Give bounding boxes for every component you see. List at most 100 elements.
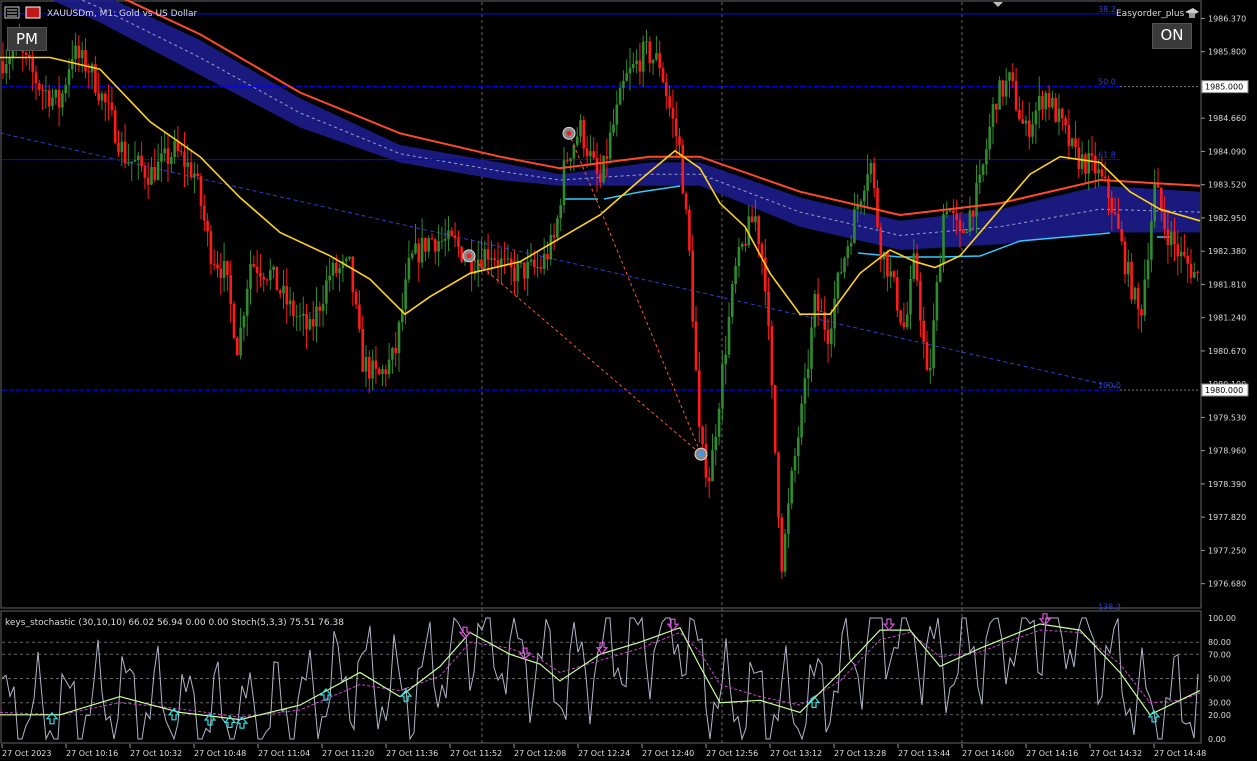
time-tick-label: 27 Oct 11:52 <box>450 749 502 758</box>
candle-body <box>707 477 711 482</box>
candle-body <box>658 53 661 69</box>
candle-body <box>635 60 638 65</box>
candle-body <box>645 41 648 43</box>
time-tick-label: 27 Oct 12:40 <box>642 749 694 758</box>
price-tick-label: 1982.950 <box>1208 214 1246 223</box>
candle-body <box>288 300 292 305</box>
price-tick-label: 1978.390 <box>1208 480 1246 489</box>
candle-body <box>377 368 381 375</box>
candle-body <box>123 141 127 164</box>
candle-body <box>368 357 371 379</box>
candle-body <box>843 258 846 273</box>
candle-body <box>1047 93 1051 108</box>
candle-body <box>166 148 170 164</box>
candle-body <box>143 166 147 178</box>
candle-body <box>328 275 331 281</box>
fibo-level-label: 61.8 <box>1098 151 1116 160</box>
candle-body <box>100 93 104 101</box>
candle-body <box>427 238 430 252</box>
candle-body <box>1110 197 1114 213</box>
candle-body <box>1133 288 1137 300</box>
sell-signal-icon <box>562 126 576 140</box>
candle-body <box>1150 221 1153 260</box>
candle-body <box>1064 118 1067 125</box>
candle-body <box>579 120 582 137</box>
candle-body <box>47 90 51 107</box>
candle-body <box>830 328 833 344</box>
candle-body <box>1146 259 1150 280</box>
candle-body <box>1054 97 1057 122</box>
candle-body <box>272 266 275 271</box>
candle-body <box>945 211 949 215</box>
candle-body <box>321 303 325 311</box>
candle-body <box>513 267 516 282</box>
candle-body <box>638 60 642 72</box>
candle-body <box>595 157 599 174</box>
price-tick-label: 1977.250 <box>1208 546 1246 555</box>
symbol-title: XAUUSDm, M1: Gold vs US Dollar <box>47 9 198 19</box>
candle-body <box>209 231 213 264</box>
candle-body <box>836 272 840 299</box>
candle-body <box>632 64 635 69</box>
candle-body <box>566 160 569 162</box>
trading-chart-window[interactable]: 38.2 50.0 61.8 100.0 138.2 1986.370 1985.800 1… <box>0 0 1257 761</box>
candle-body <box>731 284 734 317</box>
candle-body <box>87 71 91 73</box>
candle-body <box>965 231 968 233</box>
candle-body <box>552 234 556 238</box>
candle-body <box>387 359 391 375</box>
candle-body <box>239 327 242 356</box>
candle-body <box>826 329 830 344</box>
candle-body <box>430 238 434 240</box>
indicator-label: keys_stochastic (30,10,10) 66.02 56.94 0… <box>5 618 344 628</box>
price-tick-label: 1981.240 <box>1208 314 1246 323</box>
candle-body <box>305 313 308 330</box>
candle-body <box>249 263 252 289</box>
candle-body <box>641 41 645 72</box>
candle-body <box>361 328 364 372</box>
candle-body <box>437 241 440 252</box>
indicator-tick-label: 0.00 <box>1208 735 1226 744</box>
candle-body <box>909 278 912 315</box>
candle-body <box>820 310 823 312</box>
time-tick-label: 27 Oct 14:00 <box>962 749 1014 758</box>
candle-body <box>962 229 965 233</box>
candle-body <box>559 205 562 219</box>
time-tick-label: 27 Oct 11:20 <box>322 749 374 758</box>
candle-body <box>1021 119 1024 124</box>
candle-body <box>71 58 74 70</box>
candle-body <box>394 347 397 354</box>
candle-body <box>500 258 503 266</box>
candle-body <box>958 219 962 230</box>
candle-body <box>1143 279 1147 316</box>
candle-body <box>806 368 810 379</box>
candle-body <box>744 243 747 246</box>
candle-body <box>813 293 817 328</box>
time-tick-label: 27 Oct 12:08 <box>514 749 566 758</box>
candle-body <box>8 57 11 65</box>
candle-body <box>1123 241 1127 275</box>
candle-body <box>61 93 64 108</box>
candle-body <box>381 369 384 375</box>
candle-body <box>493 258 496 261</box>
candle-body <box>542 253 546 269</box>
candle-body <box>315 306 318 327</box>
pm-button[interactable]: PM <box>7 27 47 51</box>
candle-body <box>38 83 41 90</box>
candle-body <box>1084 154 1087 174</box>
candle-body <box>1196 271 1199 273</box>
candle-body <box>226 261 229 276</box>
candle-body <box>84 50 87 72</box>
candle-body <box>863 190 866 202</box>
candle-body <box>107 102 110 104</box>
candle-body <box>549 234 553 260</box>
candle-body <box>1028 120 1031 137</box>
candle-body <box>424 237 427 252</box>
expert-name: Easyorder_plus <box>1116 9 1185 19</box>
candle-body <box>245 288 249 316</box>
candle-body <box>242 315 246 328</box>
candle-body <box>1011 72 1015 81</box>
on-button[interactable]: ON <box>1152 23 1192 49</box>
candle-body <box>780 517 784 572</box>
price-marker-label: 1985.000 <box>1205 83 1243 92</box>
